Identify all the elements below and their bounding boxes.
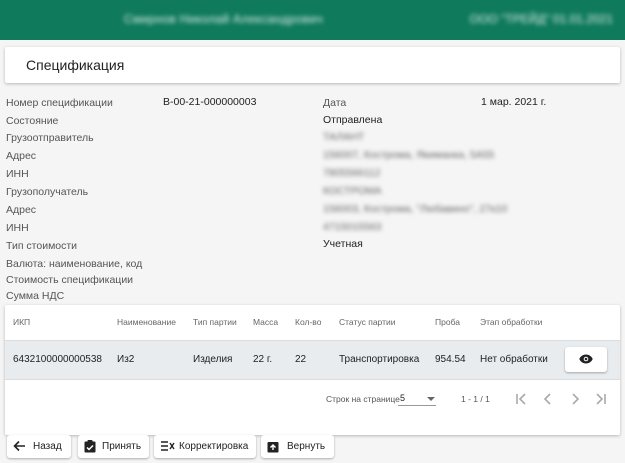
- back-button[interactable]: Назад: [7, 435, 71, 458]
- correction-button[interactable]: Корректировка: [154, 435, 256, 458]
- return-button[interactable]: Вернуть: [261, 435, 334, 458]
- back-label: Назад: [33, 441, 62, 452]
- next-page-icon[interactable]: [567, 391, 583, 407]
- consignee-inn-value: 4715015563: [323, 221, 382, 233]
- state-value: Отправлена: [323, 114, 383, 126]
- list-edit-icon: [161, 441, 175, 451]
- return-label: Вернуть: [287, 441, 326, 452]
- spec-number-value: В-00-21-000000003: [163, 96, 257, 108]
- shipper-inn-label: ИНН: [6, 168, 29, 180]
- column-header[interactable]: Наименование: [117, 317, 176, 327]
- consignee-value: КОСТРОМА: [323, 185, 382, 197]
- user-name: Смирнов Николай Александрович: [124, 12, 323, 26]
- consignee-address-label: Адрес: [6, 204, 37, 216]
- view-button[interactable]: [565, 347, 607, 372]
- pagination-range: 1 - 1 / 1: [461, 394, 490, 404]
- shipper-address-label: Адрес: [6, 150, 37, 162]
- rows-per-page-label: Строк на странице: [326, 394, 400, 404]
- last-page-icon[interactable]: [593, 391, 609, 407]
- shipper-address-value: 156007, Кострома, Якиманка, 5А55: [323, 149, 495, 161]
- column-header[interactable]: Тип партии: [193, 317, 237, 327]
- batches-table: ИКП Наименование Тип партии Масса Кол-во…: [5, 305, 620, 435]
- column-header[interactable]: Масса: [253, 317, 278, 327]
- arrow-left-icon: [13, 440, 25, 452]
- spec-cost-label: Стоимость спецификации: [6, 274, 134, 286]
- column-header[interactable]: Проба: [435, 317, 460, 327]
- shipper-label: Грузоотправитель: [6, 132, 94, 144]
- cell-quantity: 22: [295, 354, 307, 365]
- rows-per-page-value: 5: [400, 393, 406, 403]
- consignee-inn-label: ИНН: [6, 222, 29, 234]
- spec-number-label: Номер спецификации: [6, 97, 113, 109]
- correction-label: Корректировка: [179, 441, 249, 452]
- column-header[interactable]: ИКП: [13, 317, 30, 327]
- cost-type-value: Учетная: [323, 238, 363, 250]
- table-row[interactable]: 6432100000000538 Из2 Изделия 22 г. 22 Тр…: [5, 340, 620, 380]
- dropdown-arrow-icon: [427, 397, 435, 401]
- return-box-icon: [267, 442, 279, 453]
- eye-icon: [579, 354, 593, 364]
- vat-label: Сумма НДС: [6, 290, 65, 302]
- cost-type-label: Тип стоимости: [6, 240, 78, 252]
- cell-status: Транспортировка: [339, 354, 420, 365]
- first-page-icon[interactable]: [513, 391, 529, 407]
- consignee-address-value: 156003, Кострома, "Любавино", 27к10: [323, 203, 508, 215]
- title-card: Спецификация: [5, 47, 620, 83]
- cell-assay: 954.54: [435, 354, 466, 365]
- column-header[interactable]: Кол-во: [295, 317, 321, 327]
- accept-button[interactable]: Принять: [78, 435, 149, 458]
- column-header[interactable]: Статус партии: [339, 317, 396, 327]
- cell-ikp: 6432100000000538: [13, 354, 102, 365]
- page-title: Спецификация: [26, 57, 125, 73]
- accept-label: Принять: [102, 441, 142, 452]
- app-header: Смирнов Николай Александрович ООО "ТРЕЙД…: [0, 0, 625, 40]
- cell-name: Из2: [117, 354, 135, 365]
- shipper-inn-value: 7805566112: [323, 167, 381, 179]
- cell-stage: Нет обработки: [480, 354, 548, 365]
- date-value: 1 мар. 2021 г.: [481, 96, 547, 108]
- date-label: Дата: [323, 97, 347, 109]
- clipboard-check-icon: [84, 440, 96, 453]
- consignee-label: Грузополучатель: [6, 186, 89, 198]
- cell-batch-type: Изделия: [193, 354, 233, 365]
- state-label: Состояние: [6, 115, 59, 127]
- cell-mass: 22 г.: [253, 354, 273, 365]
- shipper-value: ТАЛАНТ: [323, 131, 365, 143]
- previous-page-icon[interactable]: [540, 391, 556, 407]
- rows-per-page-select[interactable]: 5: [398, 392, 436, 406]
- user-info: ООО "ТРЕЙД" 01.01.2021: [469, 12, 613, 26]
- currency-label: Валюта: наименование, код: [6, 258, 143, 270]
- column-header[interactable]: Этап обработки: [480, 317, 542, 327]
